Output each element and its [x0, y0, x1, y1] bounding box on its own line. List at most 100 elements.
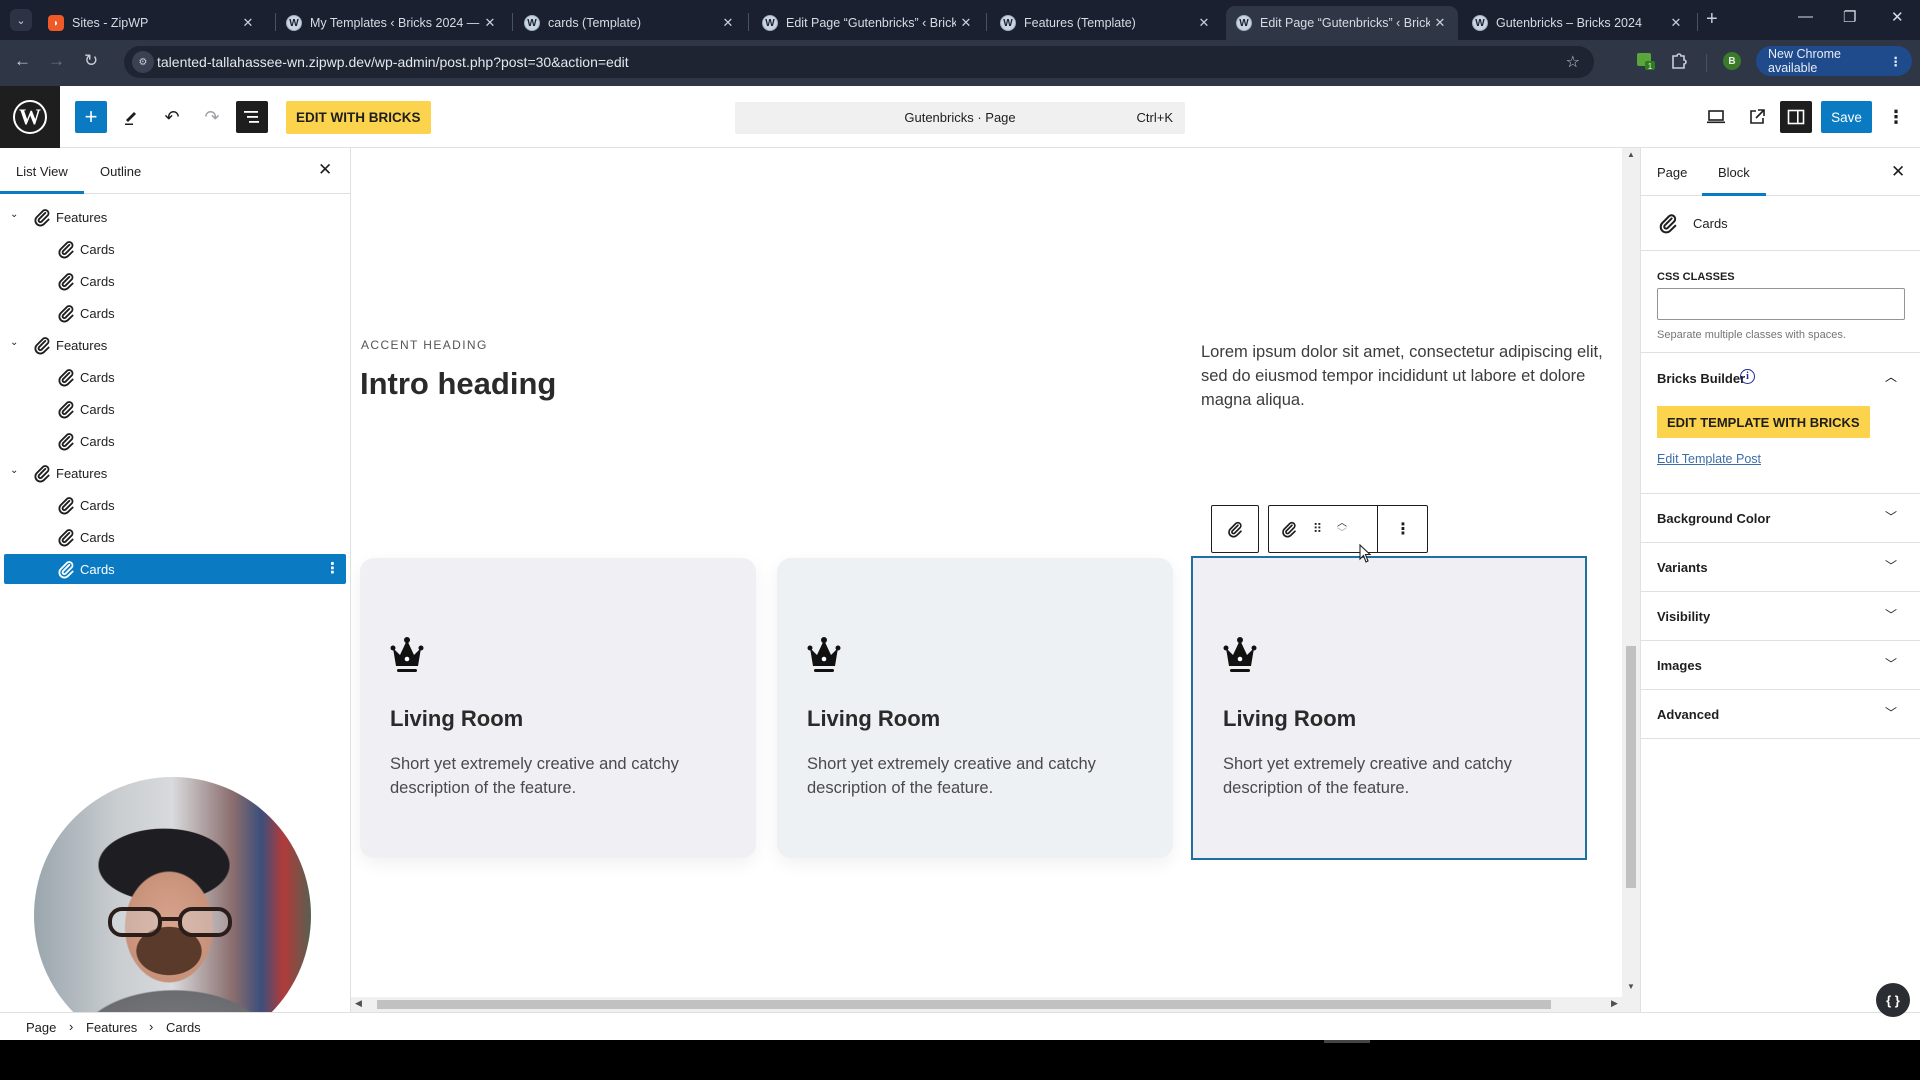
- block-type-button[interactable]: [1271, 506, 1307, 552]
- close-tab-icon[interactable]: ✕: [956, 15, 976, 31]
- horizontal-scroll-thumb[interactable]: [377, 1000, 1551, 1009]
- panel-visibility[interactable]: Visibility ﹀: [1641, 592, 1920, 641]
- horizontal-scrollbar[interactable]: ◀ ▶: [351, 997, 1640, 1012]
- vertical-scrollbar[interactable]: ▲ ▼: [1622, 148, 1640, 997]
- back-button[interactable]: ←: [14, 51, 31, 71]
- intro-heading[interactable]: Intro heading: [360, 366, 556, 402]
- block-options-button[interactable]: ⋮: [1378, 506, 1428, 552]
- tree-item-cards[interactable]: Cards: [4, 522, 346, 552]
- tree-item-cards[interactable]: Cards: [4, 298, 346, 328]
- save-button[interactable]: Save: [1821, 101, 1872, 133]
- scroll-up-arrow[interactable]: ▲: [1627, 150, 1635, 159]
- extensions-puzzle-icon[interactable]: [1669, 51, 1689, 71]
- settings-sidebar-toggle[interactable]: [1780, 101, 1812, 133]
- edit-template-with-bricks-button[interactable]: EDIT TEMPLATE WITH BRICKS: [1657, 406, 1870, 438]
- close-tab-icon[interactable]: ✕: [718, 15, 738, 31]
- undo-button[interactable]: ↶: [156, 101, 188, 133]
- tree-item-cards[interactable]: Cards: [4, 394, 346, 424]
- tab-list-view[interactable]: List View: [0, 148, 84, 194]
- feature-card[interactable]: Living Room Short yet extremely creative …: [1191, 556, 1587, 860]
- tab-page[interactable]: Page: [1641, 148, 1703, 196]
- bricks-builder-title[interactable]: Bricks Builder: [1657, 371, 1745, 386]
- breadcrumb-features[interactable]: Features: [86, 1020, 137, 1035]
- close-tab-icon[interactable]: ✕: [1194, 15, 1214, 31]
- browser-tab[interactable]: W Gutenbricks – Bricks 2024 ✕: [1462, 6, 1694, 40]
- redo-button[interactable]: ↷: [196, 101, 228, 133]
- drag-handle-icon[interactable]: ⠿: [1307, 506, 1327, 552]
- kebab-menu-icon[interactable]: ⋮: [325, 559, 340, 577]
- feature-card[interactable]: Living Room Short yet extremely creative …: [360, 558, 756, 858]
- chevron-down-icon[interactable]: ⌄: [10, 209, 18, 220]
- new-tab-button[interactable]: +: [1706, 8, 1718, 31]
- chevron-up-icon[interactable]: ︿: [1885, 368, 1897, 385]
- reload-button[interactable]: ↻: [84, 51, 98, 71]
- close-tab-icon[interactable]: ✕: [480, 15, 500, 31]
- options-menu-button[interactable]: ⋮: [1880, 101, 1912, 133]
- intro-paragraph[interactable]: Lorem ipsum dolor sit amet, consectetur …: [1201, 340, 1606, 412]
- tree-item-cards[interactable]: Cards: [4, 362, 346, 392]
- scroll-left-arrow[interactable]: ◀: [355, 998, 362, 1009]
- feature-card[interactable]: Living Room Short yet extremely creative …: [777, 558, 1173, 858]
- command-palette-button[interactable]: Gutenbricks · Page Ctrl+K: [735, 102, 1185, 134]
- close-tab-icon[interactable]: ✕: [1430, 15, 1450, 31]
- profile-avatar[interactable]: B: [1723, 52, 1741, 70]
- block-inserter-button[interactable]: +: [75, 101, 107, 133]
- block-parent-selector[interactable]: [1211, 505, 1259, 553]
- edit-template-post-link[interactable]: Edit Template Post: [1657, 452, 1761, 466]
- tools-button[interactable]: [115, 101, 147, 133]
- scroll-down-arrow[interactable]: ▼: [1627, 982, 1635, 991]
- document-overview-button[interactable]: [236, 101, 268, 133]
- tree-item-features[interactable]: ⌄ Features: [4, 202, 346, 232]
- view-page-button[interactable]: [1741, 101, 1773, 133]
- tab-outline[interactable]: Outline: [84, 148, 157, 194]
- preview-button[interactable]: [1700, 101, 1732, 133]
- restore-button[interactable]: ❐: [1843, 8, 1856, 26]
- tree-item-cards[interactable]: Cards: [4, 266, 346, 296]
- close-tab-icon[interactable]: ✕: [1666, 15, 1686, 31]
- tab-block[interactable]: Block: [1702, 148, 1766, 196]
- move-up-down-buttons[interactable]: ︿ ﹀: [1329, 506, 1355, 552]
- close-inspector-button[interactable]: ✕: [1891, 162, 1905, 182]
- panel-variants[interactable]: Variants ﹀: [1641, 543, 1920, 592]
- accent-heading[interactable]: ACCENT HEADING: [361, 338, 488, 352]
- browser-tab[interactable]: W cards (Template) ✕: [514, 6, 746, 40]
- wordpress-logo-button[interactable]: W: [0, 86, 60, 148]
- bookmark-star-icon[interactable]: ☆: [1566, 52, 1580, 72]
- chevron-down-icon[interactable]: ⌄: [10, 465, 18, 476]
- scroll-right-arrow[interactable]: ▶: [1611, 998, 1618, 1009]
- move-down-icon[interactable]: ﹀: [1337, 529, 1347, 539]
- browser-tab[interactable]: ◗ Sites - ZipWP ✕: [38, 6, 266, 40]
- panel-background-color[interactable]: Background Color ﹀: [1641, 494, 1920, 543]
- panel-images[interactable]: Images ﹀: [1641, 641, 1920, 690]
- edit-with-bricks-button[interactable]: EDIT WITH BRICKS: [286, 101, 431, 134]
- forward-button[interactable]: →: [48, 51, 65, 71]
- close-list-view-button[interactable]: ✕: [318, 160, 332, 180]
- chevron-down-icon[interactable]: ⌄: [10, 337, 18, 348]
- css-classes-input[interactable]: [1657, 288, 1905, 320]
- tree-item-cards[interactable]: Cards: [4, 490, 346, 520]
- url-text[interactable]: talented-tallahassee-wn.zipwp.dev/wp-adm…: [157, 54, 629, 70]
- breadcrumb-cards[interactable]: Cards: [166, 1020, 201, 1035]
- browser-tab[interactable]: W Edit Page “Gutenbricks” ‹ Bricks ✕: [752, 6, 984, 40]
- code-editor-button[interactable]: { }: [1876, 983, 1910, 1017]
- breadcrumb-page[interactable]: Page: [26, 1020, 56, 1035]
- tree-item-features[interactable]: ⌄ Features: [4, 458, 346, 488]
- site-info-icon[interactable]: ⚙: [132, 51, 154, 73]
- browser-tab-active[interactable]: W Edit Page “Gutenbricks” ‹ Bricks ✕: [1226, 6, 1458, 40]
- close-window-button[interactable]: ✕: [1891, 8, 1904, 26]
- minimize-button[interactable]: —: [1798, 8, 1813, 25]
- browser-tab[interactable]: W Features (Template) ✕: [990, 6, 1222, 40]
- tree-item-cards[interactable]: Cards: [4, 426, 346, 456]
- tree-item-cards[interactable]: Cards ⋮: [4, 554, 346, 584]
- address-bar[interactable]: ⚙ talented-tallahassee-wn.zipwp.dev/wp-a…: [124, 46, 1594, 78]
- tree-item-cards[interactable]: Cards: [4, 234, 346, 264]
- browser-tab[interactable]: W My Templates ‹ Bricks 2024 — W ✕: [276, 6, 508, 40]
- vertical-scroll-thumb[interactable]: [1626, 646, 1636, 888]
- panel-advanced[interactable]: Advanced ﹀: [1641, 690, 1920, 739]
- tree-item-features[interactable]: ⌄ Features: [4, 330, 346, 360]
- tab-search-button[interactable]: ⌄: [10, 9, 32, 31]
- new-chrome-available-button[interactable]: New Chrome available ⋮: [1756, 46, 1912, 76]
- close-tab-icon[interactable]: ✕: [238, 15, 258, 31]
- extension-icon[interactable]: 1: [1636, 51, 1656, 71]
- info-icon[interactable]: i: [1740, 369, 1755, 384]
